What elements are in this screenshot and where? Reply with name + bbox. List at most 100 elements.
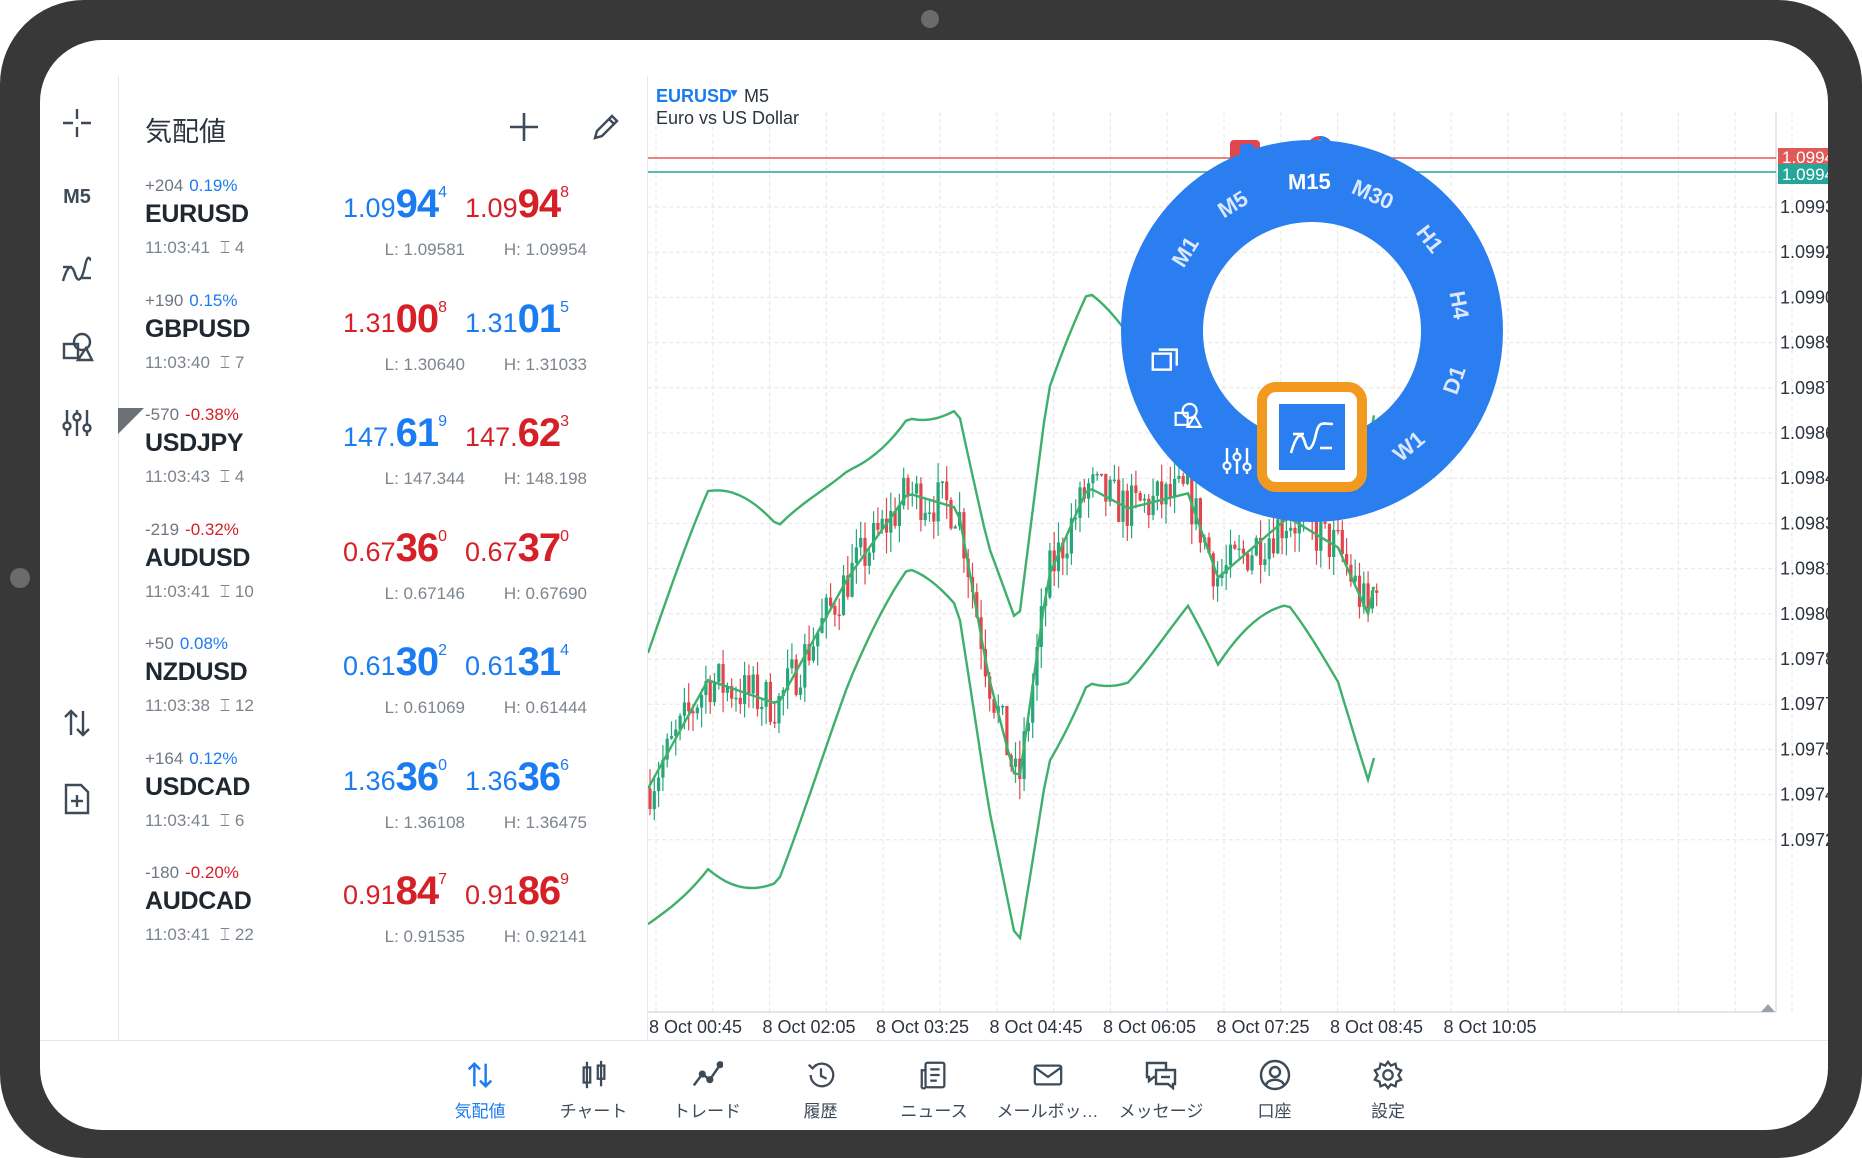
ask-price[interactable]: 147.623 (419, 411, 569, 456)
time-tick-label: 8 Oct 10:05 (1444, 1017, 1537, 1037)
candle-body (1142, 498, 1147, 501)
change-percent: 0.08% (179, 634, 229, 653)
edit-pencil-icon[interactable] (583, 104, 629, 150)
quote-row[interactable]: +50 0.08% NZDUSD 11:03:38 ⌶ 12 0.61302 0.6… (119, 630, 647, 744)
price-tick-label: 1.09740 (1780, 785, 1828, 805)
ask-price[interactable]: 0.67370 (419, 526, 569, 571)
candles-icon (539, 1055, 649, 1095)
candle-body (738, 697, 742, 705)
candle-body (1233, 544, 1237, 549)
candle-body (648, 788, 652, 810)
candle-body (833, 605, 837, 615)
candle-body (1095, 473, 1099, 476)
new-order-icon[interactable] (52, 774, 102, 824)
add-symbol-button[interactable] (501, 104, 547, 150)
swap-arrows-icon[interactable] (52, 698, 102, 748)
nav-news[interactable]: ニュース (879, 1055, 989, 1122)
candle-body (1099, 473, 1104, 476)
nav-label: チャート (559, 1102, 628, 1121)
candle-body (923, 512, 927, 521)
time-tick-label: 8 Oct 08:45 (1330, 1017, 1423, 1037)
price-tick-label: 1.09815 (1780, 559, 1828, 579)
ask-price[interactable]: 1.36366 (419, 755, 569, 800)
change-percent: -0.32% (185, 519, 239, 539)
candle-body (1173, 478, 1177, 498)
nav-messages[interactable]: メッセージ (1106, 1055, 1216, 1122)
price-tick-label: 1.09920 (1780, 242, 1828, 262)
nav-label: 履歴 (803, 1102, 838, 1121)
time-tick-label: 8 Oct 02:05 (763, 1017, 856, 1037)
nav-trade[interactable]: トレード (652, 1055, 762, 1122)
ask-price[interactable]: 0.91869 (419, 869, 569, 914)
candle-body (837, 614, 841, 617)
symbol-name: USDJPY (145, 429, 244, 457)
candle-body (734, 697, 738, 700)
indicator-icon[interactable] (52, 246, 102, 296)
settings-sliders-icon[interactable] (52, 398, 102, 448)
objects-icon[interactable] (52, 322, 102, 372)
high-price: H: 0.92141 (503, 927, 587, 946)
timeframe-option-m15[interactable]: M15 (1288, 169, 1331, 195)
nav-settings[interactable]: 設定 (1333, 1055, 1443, 1122)
candle-body (1177, 475, 1181, 479)
ask-price[interactable]: 1.09948 (419, 182, 569, 227)
candle-body (1375, 590, 1379, 593)
indicators-icon[interactable] (1279, 404, 1345, 470)
quote-row[interactable]: +190 0.15% GBPUSD 11:03:40 ⌶ 7 1.31008 1.3… (119, 287, 647, 401)
nav-chart[interactable]: チャート (539, 1055, 649, 1122)
high-price: H: 1.09954 (503, 240, 587, 259)
candle-body (932, 512, 936, 522)
change-points: +164 0.12% (145, 748, 238, 768)
nav-history[interactable]: 履歴 (766, 1055, 876, 1122)
trade-line-icon (652, 1055, 762, 1095)
nav-label: 気配値 (454, 1102, 506, 1121)
quote-row[interactable]: +204 0.19% EURUSD 11:03:41 ⌶ 4 1.09944 1.0… (119, 172, 647, 286)
quote-time: 11:03:40 ⌶ 7 (145, 352, 245, 372)
settings-icon[interactable] (1222, 447, 1252, 474)
nav-quotes[interactable]: 気配値 (425, 1055, 535, 1122)
candle-body (919, 483, 923, 521)
candle-body (940, 481, 944, 484)
spread-icon: ⌶ (219, 581, 235, 601)
quote-row[interactable]: -219 -0.32% AUDUSD 11:03:41 ⌶ 10 0.67360 0… (119, 516, 647, 630)
change-percent: -0.20% (185, 863, 239, 882)
candle-body (1271, 538, 1276, 554)
quote-row[interactable]: -570 -0.38% USDJPY 11:03:43 ⌶ 4 147.619 14… (119, 401, 647, 515)
quote-row[interactable]: -180 -0.20% AUDCAD 11:03:41 ⌶ 22 0.91847 0… (119, 859, 647, 973)
candle-body (1323, 521, 1327, 524)
nav-account[interactable]: 口座 (1220, 1055, 1330, 1122)
ask-price[interactable]: 1.31015 (419, 297, 569, 342)
chart-symbol-dropdown-icon[interactable]: ▼ (728, 86, 740, 100)
spread-value: 4 (234, 238, 245, 257)
candle-body (876, 522, 880, 530)
quote-row[interactable]: +164 0.12% USDCAD 11:03:41 ⌶ 6 1.36360 1.3… (119, 745, 647, 859)
candle-body (1134, 485, 1138, 493)
chart-canvas[interactable]: 1.09935 1.09920 1.09905 1.09890 1.09875 1.098… (648, 76, 1828, 1042)
candle-body (652, 791, 656, 810)
candle-body (1198, 498, 1202, 543)
band-middle (648, 487, 1376, 790)
timeframe-option-h4[interactable]: H4 (1444, 289, 1474, 322)
left-toolbar: M5 (40, 76, 118, 1040)
candle-body (1228, 544, 1233, 566)
nav-label: 口座 (1257, 1102, 1292, 1121)
candle-body (669, 736, 674, 739)
nav-mailbox[interactable]: メールボッ… (993, 1055, 1103, 1122)
nav-label: メールボッ… (996, 1102, 1099, 1121)
change-points: -570 -0.38% (145, 405, 239, 424)
chart-symbol[interactable]: EURUSD (656, 86, 732, 107)
crosshair-icon[interactable] (52, 98, 102, 148)
bid-price-label: 1.09944 (1782, 165, 1828, 184)
spread-value: 12 (234, 696, 254, 715)
candle-body (717, 664, 721, 682)
candle-body (747, 675, 751, 694)
change-percent: 0.15% (189, 290, 238, 310)
quote-time: 11:03:41 ⌶ 10 (145, 581, 254, 601)
candle-body (1112, 479, 1116, 482)
candle-body (1181, 475, 1185, 484)
chart-area[interactable]: 1.09935 1.09920 1.09905 1.09890 1.09875 1.098… (648, 76, 1828, 1042)
timeframe-button[interactable]: M5 (52, 172, 102, 222)
candle-body (1168, 484, 1172, 498)
ask-price[interactable]: 0.61314 (419, 640, 569, 685)
candle-body (1151, 495, 1155, 516)
